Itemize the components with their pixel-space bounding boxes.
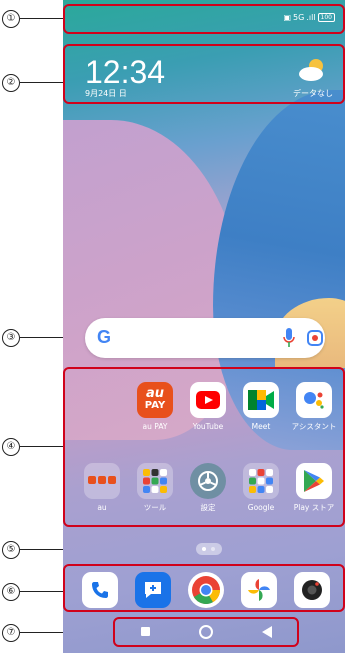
google-icon: G: [97, 327, 112, 347]
callout-7: ⑦: [0, 624, 113, 642]
au-pay-icon: au PAY: [137, 382, 173, 418]
signal-icon: ▣: [283, 13, 292, 22]
callout-6: ⑥: [0, 583, 63, 601]
phone-icon[interactable]: [82, 572, 118, 608]
app-youtube[interactable]: YouTube: [179, 382, 237, 432]
app-label: 設定: [200, 503, 216, 512]
chrome-icon[interactable]: [188, 572, 224, 608]
app-label: au: [97, 503, 107, 512]
clock-date: 9月24日 日: [85, 89, 127, 98]
callout-4: ④: [0, 438, 63, 456]
bars-icon: .ıll: [306, 13, 316, 22]
phone-screen: ▣ 5G .ıll 100 12:34 9月24日 日 データなし G au P…: [63, 0, 345, 653]
navigation-bar: [113, 617, 299, 647]
callout-3: ③: [0, 329, 63, 347]
weather-label: データなし: [293, 89, 333, 98]
app-label: Meet: [251, 422, 271, 431]
settings-icon: [190, 463, 226, 499]
youtube-icon: [190, 382, 226, 418]
au-folder-icon: [84, 463, 120, 499]
mic-icon[interactable]: [283, 328, 295, 348]
tools-folder-icon: [137, 463, 173, 499]
assistant-icon: [296, 382, 332, 418]
clock-time[interactable]: 12:34: [85, 54, 165, 91]
app-google-folder[interactable]: Google: [232, 463, 290, 513]
battery-level: 100: [317, 13, 335, 22]
app-au-pay[interactable]: au PAY au PAY: [126, 382, 184, 432]
app-tools-folder[interactable]: ツール: [126, 463, 184, 513]
app-label: Play ストア: [293, 503, 335, 512]
callout-5: ⑤: [0, 541, 88, 559]
page-indicator[interactable]: [196, 543, 222, 555]
status-icons: ▣ 5G .ıll 100: [283, 13, 335, 22]
camera-icon[interactable]: [294, 572, 330, 608]
weather-cloud-icon[interactable]: [297, 58, 327, 82]
callout-2: ②: [0, 74, 63, 92]
app-label: YouTube: [192, 422, 224, 431]
app-au-folder[interactable]: au: [73, 463, 131, 513]
recent-apps-button[interactable]: [141, 627, 150, 636]
page-dot: [211, 547, 215, 551]
app-label: au PAY: [142, 422, 168, 431]
callout-1: ①: [0, 10, 63, 28]
app-label: ツール: [143, 503, 167, 512]
app-meet[interactable]: Meet: [232, 382, 290, 432]
app-label: Google: [247, 503, 275, 512]
app-play-store[interactable]: Play ストア: [285, 463, 343, 513]
app-label: アシスタント: [291, 422, 337, 431]
home-button[interactable]: [199, 625, 213, 639]
google-folder-icon: [243, 463, 279, 499]
page-dot: [202, 547, 206, 551]
messages-icon[interactable]: [135, 572, 171, 608]
app-settings[interactable]: 設定: [179, 463, 237, 513]
network-type: 5G: [293, 13, 305, 22]
back-button[interactable]: [261, 625, 273, 639]
app-assistant[interactable]: アシスタント: [285, 382, 343, 432]
photos-icon[interactable]: [241, 572, 277, 608]
play-store-icon: [296, 463, 332, 499]
meet-icon: [243, 382, 279, 418]
google-search-bar[interactable]: G: [85, 318, 325, 358]
lens-icon[interactable]: [307, 330, 323, 346]
